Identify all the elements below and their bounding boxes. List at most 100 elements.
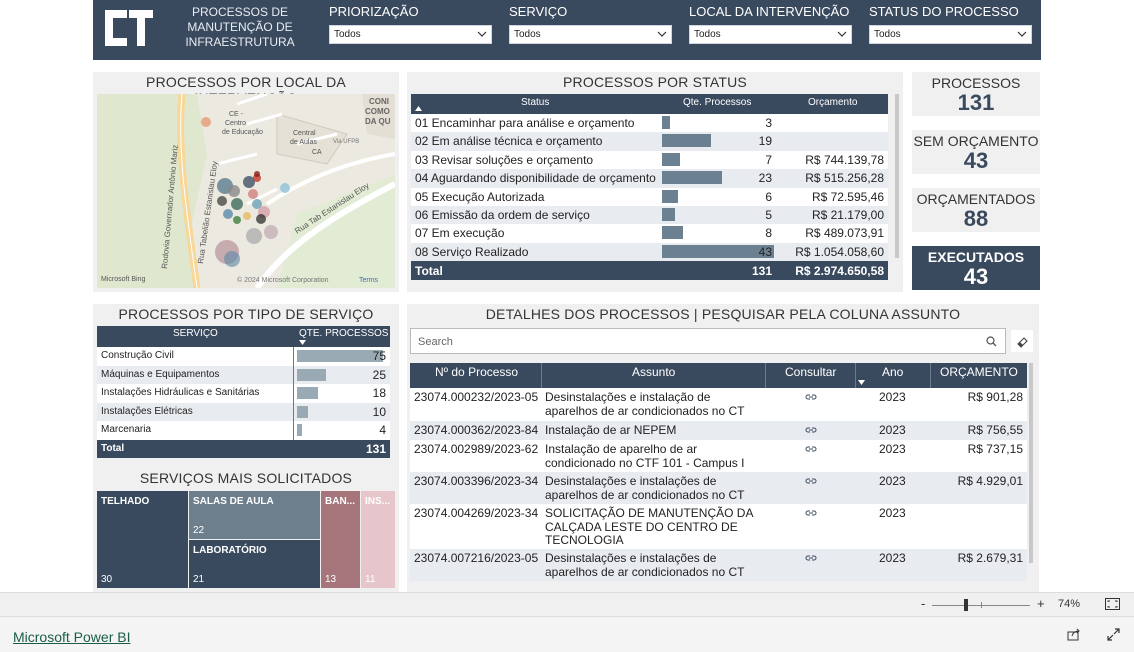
power-bi-link[interactable]: Microsoft Power BI xyxy=(13,629,130,645)
link-icon[interactable] xyxy=(805,444,817,454)
dropdown-value: Todos xyxy=(514,29,541,40)
link-icon[interactable] xyxy=(805,508,817,518)
table-row[interactable]: 23074.004269/2023-34 SOLICITAÇÃO DE MANU… xyxy=(410,504,1027,549)
table-row[interactable]: 01 Encaminhar para análise e orçamento 3 xyxy=(411,114,888,132)
treemap-value: 30 xyxy=(101,574,113,585)
qty-bar xyxy=(297,424,302,437)
orc-value: R$ 515.256,28 xyxy=(805,171,884,186)
qty-value: 75 xyxy=(372,349,386,363)
treemap-banheiros[interactable]: BAN... 13 xyxy=(321,491,360,588)
app-title-line: MANUTENÇÃO DE xyxy=(187,20,293,34)
table-row[interactable]: Instalações Hidráulicas e Sanitárias 18 xyxy=(97,384,390,403)
treemap-salas-de-aula[interactable]: SALAS DE AULA 22 xyxy=(189,491,320,539)
link-icon[interactable] xyxy=(805,425,817,435)
slicer-local: LOCAL DA INTERVENÇÃO Todos xyxy=(689,4,852,44)
col-header-consultar[interactable]: Consultar xyxy=(785,365,836,379)
col-header-processo[interactable]: Nº do Processo xyxy=(435,365,518,379)
fit-to-page-icon[interactable] xyxy=(1105,598,1120,610)
map-label-con: CONI xyxy=(369,97,389,106)
map-label-central: Central xyxy=(293,130,316,137)
qty-bar xyxy=(297,350,383,362)
map-visual[interactable]: © 2024 Microsoft Corporation Terms Micro… xyxy=(97,94,395,288)
eraser-icon[interactable] xyxy=(1011,330,1033,352)
col-header-servico[interactable]: SERVIÇO xyxy=(173,328,218,339)
col-header-orcamento[interactable]: ORÇAMENTO xyxy=(940,365,1018,379)
report-canvas: PROCESSOS DE MANUTENÇÃO DE INFRAESTRUTUR… xyxy=(0,0,1134,592)
treemap-instalacoes[interactable]: INS... 11 xyxy=(361,491,395,588)
ano-value: 2023 xyxy=(879,474,906,488)
status-name: 05 Execução Autorizada xyxy=(415,189,545,204)
link-icon[interactable] xyxy=(805,553,817,563)
fullscreen-icon[interactable] xyxy=(1107,628,1120,641)
orc-value: R$ 1.054.058,60 xyxy=(795,244,884,259)
table-row[interactable]: 23074.002989/2023-62 Instalação de apare… xyxy=(410,440,1027,472)
zoom-tick xyxy=(981,602,982,608)
slicer-label: LOCAL DA INTERVENÇÃO xyxy=(689,4,850,19)
table-row[interactable]: 06 Emissão da ordem de serviço 5 R$ 21.179… xyxy=(411,205,888,225)
kpi-label: EXECUTADOS xyxy=(927,249,1025,265)
table-row[interactable]: 04 Aguardando disponibilidade de orçamen… xyxy=(411,169,888,188)
table-row[interactable]: 05 Execução Autorizada 6 R$ 72.595,46 xyxy=(411,188,888,206)
search-icon[interactable] xyxy=(986,336,997,347)
col-header-qty[interactable]: QTE. PROCESSOS xyxy=(299,328,388,339)
status-name: 07 Em execução xyxy=(415,226,505,241)
zoom-slider-thumb[interactable] xyxy=(964,599,968,611)
col-header-orcamento[interactable]: Orçamento xyxy=(808,97,857,108)
treemap-telhado[interactable]: TELHADO 30 xyxy=(97,491,188,588)
tipo-table-header: SERVIÇO QTE. PROCESSOS xyxy=(97,326,390,347)
map-label-centro: Centro xyxy=(225,120,246,127)
table-row[interactable]: 23074.000362/2023-84 Instalação de ar NE… xyxy=(410,421,1027,440)
kpi-sem-orcamento: SEM ORÇAMENTO 43 xyxy=(912,130,1040,174)
col-header-status[interactable]: Status xyxy=(521,97,549,108)
share-icon[interactable] xyxy=(1067,628,1081,641)
map-label-ca: CA xyxy=(312,149,322,156)
status-dropdown[interactable]: Todos xyxy=(869,25,1032,44)
local-dropdown[interactable]: Todos xyxy=(689,25,852,44)
zoom-out-button[interactable]: - xyxy=(921,596,925,611)
processo-number: 23074.007216/2023-05 xyxy=(414,551,539,565)
link-icon[interactable] xyxy=(805,392,817,402)
kpi-processos: PROCESSOS 131 xyxy=(912,72,1040,116)
table-row[interactable]: 02 Em análise técnica e orçamento 19 xyxy=(411,132,888,151)
ano-value: 2023 xyxy=(879,506,906,520)
kpi-value: 88 xyxy=(963,206,989,231)
search-input[interactable]: Search xyxy=(410,328,1006,354)
tipo-table: SERVIÇO QTE. PROCESSOS Construção Civil 7… xyxy=(97,326,390,458)
servico-dropdown[interactable]: Todos xyxy=(509,25,672,44)
map-terms-link[interactable]: Terms xyxy=(359,277,379,284)
table-row[interactable]: 03 Revisar soluções e orçamento 7 R$ 744.1… xyxy=(411,151,888,169)
ano-value: 2023 xyxy=(879,390,906,404)
table-row[interactable]: 07 Em execução 8 R$ 489.073,91 xyxy=(411,224,888,242)
table-row[interactable]: 23074.000232/2023-05 Desinstalações e in… xyxy=(410,388,1027,421)
servico-name: Marcenaria xyxy=(101,424,152,436)
table-row[interactable]: 23074.007216/2023-05 Desinstalações e in… xyxy=(410,549,1027,581)
zoom-in-button[interactable]: + xyxy=(1037,596,1045,611)
column-resize-line xyxy=(293,347,294,440)
status-scrollbar[interactable] xyxy=(895,94,899,258)
total-label: Total xyxy=(415,264,443,279)
chevron-down-icon xyxy=(477,31,487,37)
table-row[interactable]: 23074.003396/2023-34 Desinstalações e in… xyxy=(410,472,1027,504)
orc-value: R$ 72.595,46 xyxy=(811,189,884,204)
table-row[interactable]: Marcenaria 4 xyxy=(97,421,390,440)
processo-number: 23074.000362/2023-84 xyxy=(414,423,539,437)
total-orc: R$ 2.974.650,58 xyxy=(795,264,884,279)
qty-value: 5 xyxy=(765,207,772,222)
priorizacao-dropdown[interactable]: Todos xyxy=(329,25,492,44)
col-header-assunto[interactable]: Assunto xyxy=(632,365,675,379)
link-icon[interactable] xyxy=(805,476,817,486)
details-scrollbar[interactable] xyxy=(1029,363,1033,563)
total-qty: 131 xyxy=(751,264,772,279)
table-row[interactable]: Instalações Elétricas 10 xyxy=(97,402,390,422)
status-rows: 01 Encaminhar para análise e orçamento 3 … xyxy=(411,114,888,262)
table-row[interactable]: Construção Civil 75 xyxy=(97,347,390,366)
treemap-laboratorio[interactable]: LABORATÓRIO 21 xyxy=(189,540,320,588)
table-row[interactable]: 08 Serviço Realizado 43 R$ 1.054.058,60 xyxy=(411,242,888,262)
details-table-header: Nº do Processo Assunto Consultar Ano ORÇ… xyxy=(410,363,1027,388)
col-header-qty[interactable]: Qte. Processos xyxy=(683,97,751,108)
table-row[interactable]: Máquinas e Equipamentos 25 xyxy=(97,365,390,385)
assunto-text: Desinstalações e instalações de xyxy=(545,551,717,565)
slicer-label: SERVIÇO xyxy=(509,4,568,19)
col-header-ano[interactable]: Ano xyxy=(882,365,903,379)
orc-value: R$ 901,28 xyxy=(967,390,1023,404)
